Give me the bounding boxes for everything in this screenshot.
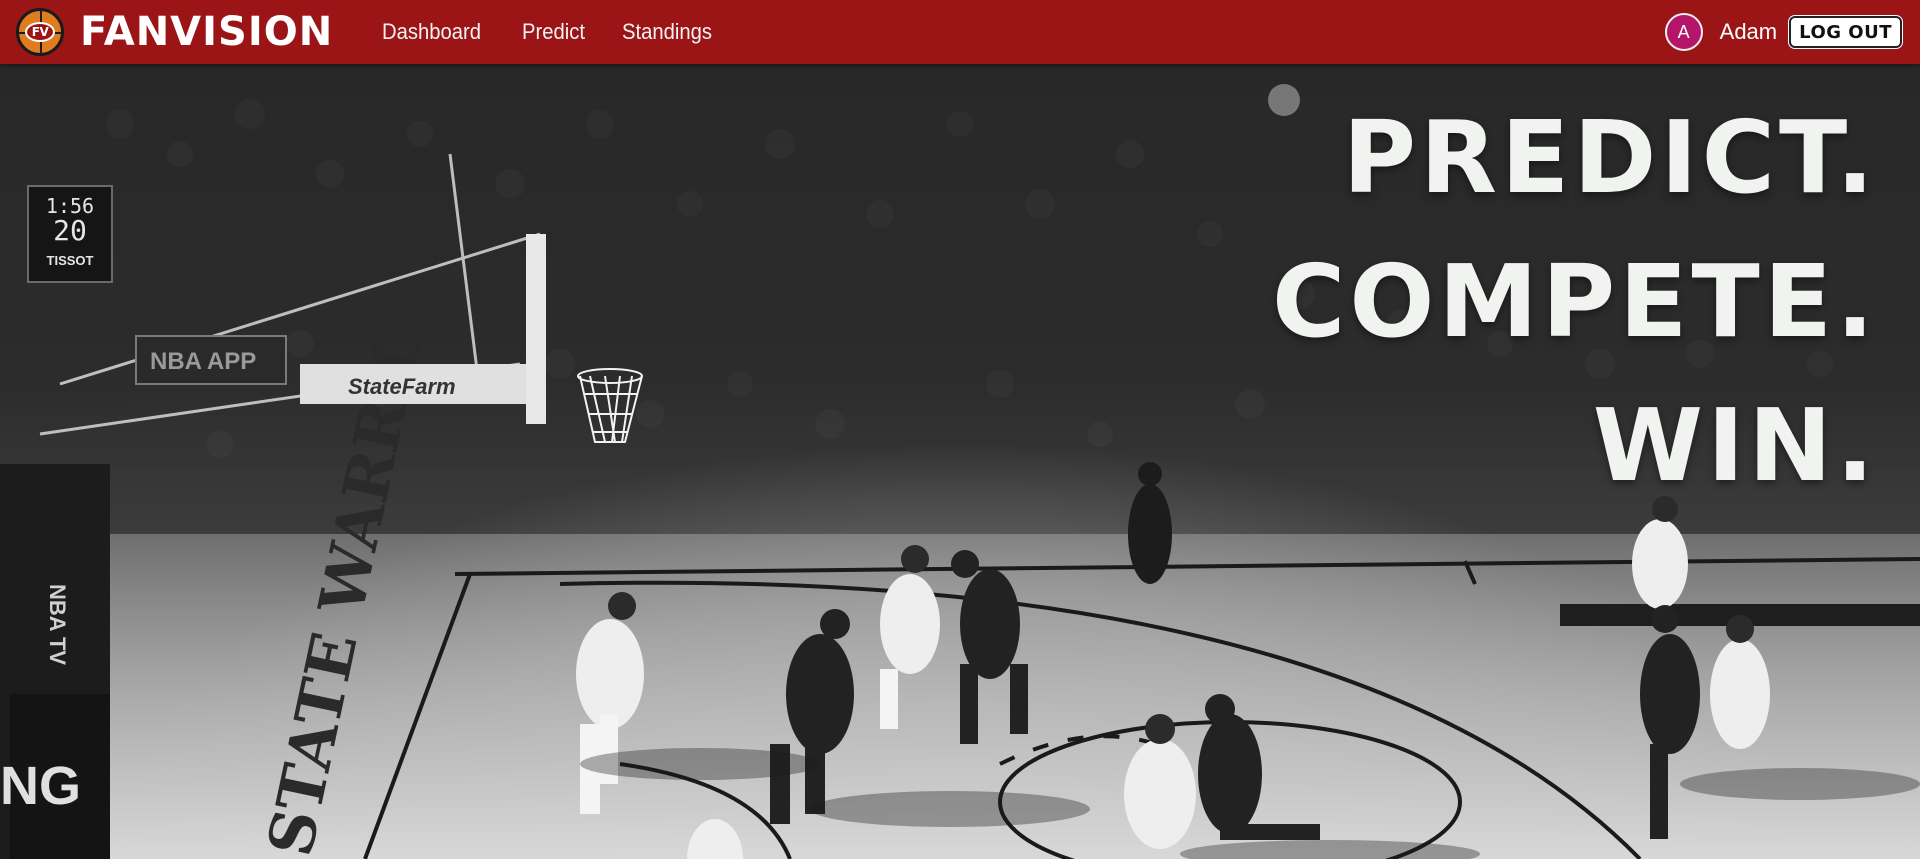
nav-link-dashboard[interactable]: Dashboard bbox=[382, 19, 481, 45]
logo-badge: FV bbox=[25, 22, 55, 42]
nav-link-standings[interactable]: Standings bbox=[622, 19, 712, 45]
user-name: Adam bbox=[1719, 19, 1778, 44]
brand[interactable]: FV FANVISION bbox=[16, 8, 333, 56]
user-avatar[interactable]: A bbox=[1664, 13, 1703, 51]
hero-banner: STATE WARRIORS NG NBA TV NBA APP StateFa… bbox=[0, 64, 1920, 859]
nba-tv-sign: NBA TV bbox=[45, 584, 70, 665]
main-nav: Dashboard Predict Standings bbox=[382, 19, 720, 45]
basketball-logo-icon: FV bbox=[16, 8, 64, 56]
headline-line-predict: PREDICT. bbox=[1342, 99, 1878, 216]
user-area: A Adam LOG OUT bbox=[1664, 13, 1902, 51]
brand-name: FANVISION bbox=[80, 9, 334, 55]
scoreboard-sponsor: TISSOT bbox=[46, 253, 94, 268]
svg-text:NG: NG bbox=[0, 756, 81, 816]
shot-clock-scoreboard: 1:56 20 TISSOT bbox=[27, 185, 113, 283]
top-navbar: FV FANVISION Dashboard Predict Standings… bbox=[0, 0, 1920, 64]
logout-button[interactable]: LOG OUT bbox=[1789, 16, 1902, 48]
headline-line-compete: COMPETE. bbox=[1271, 243, 1878, 360]
state-farm-sign: StateFarm bbox=[348, 374, 456, 399]
shot-clock: 20 bbox=[53, 214, 87, 247]
nav-link-predict[interactable]: Predict bbox=[522, 19, 585, 45]
hero-headline: PREDICT. COMPETE. WIN. bbox=[1272, 86, 1878, 518]
nba-app-sign: NBA APP bbox=[150, 348, 256, 375]
headline-line-win: WIN. bbox=[1592, 387, 1878, 504]
